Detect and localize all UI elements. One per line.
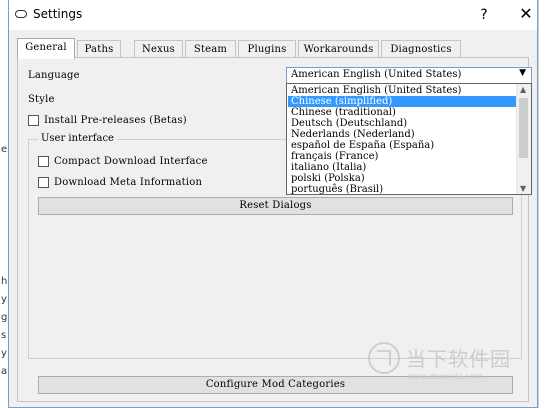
window-icon <box>15 10 27 18</box>
language-dropdown-list: American English (United States) Chinese… <box>286 83 532 195</box>
download-meta-label: Download Meta Information <box>54 177 203 188</box>
language-option[interactable]: français (France) <box>288 151 517 162</box>
help-button[interactable]: ? <box>475 5 493 25</box>
tab-nexus[interactable]: Nexus <box>134 40 183 58</box>
user-interface-title: User interface <box>38 133 117 144</box>
language-select[interactable]: American English (United States) ▼ <box>286 67 532 84</box>
language-option[interactable]: português (Brasil) <box>288 184 517 194</box>
scroll-down-icon[interactable]: ▼ <box>520 184 526 193</box>
background-text: s <box>1 330 7 341</box>
scrollbar-thumb[interactable] <box>519 98 528 158</box>
language-option[interactable]: Nederlands (Nederland) <box>288 129 517 140</box>
window-title: Settings <box>33 7 83 21</box>
background-text: e <box>1 144 8 155</box>
close-button[interactable]: ✕ <box>517 4 535 24</box>
background-app-right <box>538 0 550 408</box>
watermark-url: www.downxia.com <box>408 372 483 381</box>
scroll-up-icon[interactable]: ▲ <box>520 85 526 94</box>
tab-paths[interactable]: Paths <box>77 40 121 58</box>
background-text: y <box>1 348 7 359</box>
language-option[interactable]: Deutsch (Deutschland) <box>288 118 517 129</box>
chevron-down-icon[interactable]: ▼ <box>519 68 526 78</box>
language-option[interactable]: American English (United States) <box>288 85 517 96</box>
watermark-logo <box>368 342 400 374</box>
tab-workarounds[interactable]: Workarounds <box>298 40 379 58</box>
compact-download-label: Compact Download Interface <box>54 156 208 167</box>
language-label: Language <box>28 70 80 81</box>
title-bar: Settings ? ✕ <box>9 0 537 30</box>
download-meta-checkbox[interactable] <box>38 177 49 188</box>
watermark-text: 当下软件园 <box>406 347 511 371</box>
background-text: g <box>1 312 8 323</box>
background-text: y <box>1 294 7 305</box>
background-text: h <box>1 276 8 287</box>
dropdown-scrollbar[interactable]: ▲ ▼ <box>516 84 531 194</box>
reset-dialogs-button[interactable]: Reset Dialogs <box>38 197 513 215</box>
language-option[interactable]: italiano (Italia) <box>288 162 517 173</box>
language-select-value: American English (United States) <box>291 69 462 80</box>
tab-general[interactable]: General <box>17 38 75 59</box>
style-label: Style <box>28 94 55 105</box>
tab-diagnostics[interactable]: Diagnostics <box>381 40 461 58</box>
language-option[interactable]: Chinese (traditional) <box>288 107 517 118</box>
tab-plugins[interactable]: Plugins <box>238 40 296 58</box>
background-text: a <box>1 366 8 377</box>
language-option[interactable]: español de España (España) <box>288 140 517 151</box>
language-option-highlighted[interactable]: Chinese (simplified) <box>288 96 517 107</box>
tab-steam[interactable]: Steam <box>185 40 236 58</box>
install-prereleases-checkbox[interactable] <box>28 115 39 126</box>
install-prereleases-label: Install Pre-releases (Betas) <box>44 115 187 126</box>
compact-download-checkbox[interactable] <box>38 156 49 167</box>
language-option[interactable]: polski (Polska) <box>288 173 517 184</box>
